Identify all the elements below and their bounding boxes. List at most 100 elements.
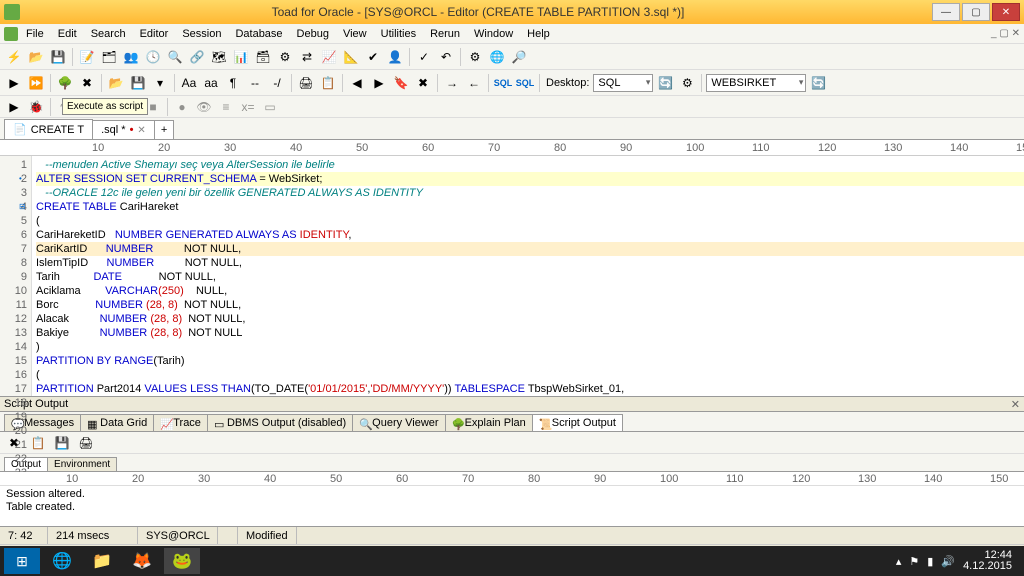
new-connection-icon[interactable]: ⚡: [4, 47, 24, 67]
menu-session[interactable]: Session: [176, 26, 227, 42]
comment-icon[interactable]: --: [245, 73, 265, 93]
out-tab-query-viewer[interactable]: 🔍Query Viewer: [352, 414, 445, 431]
tray-flag-icon[interactable]: ⚑: [909, 555, 919, 568]
start-button[interactable]: ⊞: [4, 548, 40, 574]
out-tab-dbms-output-disabled-[interactable]: ▭DBMS Output (disabled): [207, 414, 353, 431]
nav-back-icon[interactable]: ◀: [347, 73, 367, 93]
tab-file-1[interactable]: 📄 CREATE T: [4, 119, 93, 139]
schema-combo[interactable]: WEBSIRKET: [706, 74, 806, 92]
menu-help[interactable]: Help: [521, 26, 556, 42]
object-search-icon[interactable]: 🔍: [165, 47, 185, 67]
system-tray[interactable]: ▴ ⚑ ▮ 🔊 12:44 4.12.2015: [896, 550, 1020, 572]
code-area[interactable]: --menuden Active Shemayı seç veya AlterS…: [32, 156, 1024, 396]
tab-add-button[interactable]: +: [154, 120, 174, 139]
code-road-map-icon[interactable]: 🗺: [209, 47, 229, 67]
refresh-icon[interactable]: 🔄: [655, 73, 675, 93]
minimize-button[interactable]: —: [932, 3, 960, 21]
ie-icon[interactable]: 🌐: [44, 548, 80, 574]
gear-icon[interactable]: ⚙: [677, 73, 697, 93]
toad-taskbar-icon[interactable]: 🐸: [164, 548, 200, 574]
tray-volume-icon[interactable]: 🔊: [941, 555, 955, 568]
firefox-icon[interactable]: 🦊: [124, 548, 160, 574]
code-editor[interactable]: 1•23⊟4567891011121314151617181920212223 …: [0, 156, 1024, 396]
tray-network-icon[interactable]: ▮: [927, 555, 933, 568]
debug-icon[interactable]: 🐞: [26, 97, 46, 117]
nav-fwd-icon[interactable]: ▶: [369, 73, 389, 93]
panel-close-icon[interactable]: ✕: [1011, 398, 1020, 411]
tab-close-icon[interactable]: ✕: [137, 125, 145, 136]
outdent-icon[interactable]: ←: [464, 73, 484, 93]
menu-debug[interactable]: Debug: [291, 26, 335, 42]
tab-file-2[interactable]: .sql * • ✕: [92, 120, 155, 139]
explain-plan-icon[interactable]: 🌳: [55, 73, 75, 93]
bookmark-icon[interactable]: 🔖: [391, 73, 411, 93]
close-button[interactable]: ✕: [992, 3, 1020, 21]
watch-icon[interactable]: 👁: [194, 97, 214, 117]
out-tab-script-output[interactable]: 📜Script Output: [532, 414, 623, 431]
output-icon[interactable]: ▭: [260, 97, 280, 117]
menu-utilities[interactable]: Utilities: [375, 26, 422, 42]
mdi-controls[interactable]: _ ▢ ✕: [991, 28, 1020, 39]
subtab-environment[interactable]: Environment: [47, 457, 117, 471]
explorer-icon[interactable]: 📁: [84, 548, 120, 574]
copy-output-icon[interactable]: 📋: [28, 433, 48, 453]
lowercase-icon[interactable]: aa: [201, 73, 221, 93]
sql-recall-icon[interactable]: 🕓: [143, 47, 163, 67]
profiler-icon[interactable]: 📐: [341, 47, 361, 67]
menu-edit[interactable]: Edit: [52, 26, 83, 42]
out-tab-trace[interactable]: 📈Trace: [153, 414, 208, 431]
vars-icon[interactable]: x=: [238, 97, 258, 117]
save-output-icon[interactable]: 💾: [52, 433, 72, 453]
uppercase-icon[interactable]: Aa: [179, 73, 199, 93]
save-sql-icon[interactable]: 💾: [128, 73, 148, 93]
execute-script-icon[interactable]: ⏩: [26, 73, 46, 93]
sql2-icon[interactable]: SQL: [515, 73, 535, 93]
rollback-icon[interactable]: ↶: [436, 47, 456, 67]
open-sql-icon[interactable]: 📂: [106, 73, 126, 93]
options-icon[interactable]: ⚙: [465, 47, 485, 67]
menu-editor[interactable]: Editor: [134, 26, 175, 42]
menu-database[interactable]: Database: [229, 26, 288, 42]
commit-icon[interactable]: ✓: [414, 47, 434, 67]
indent-icon[interactable]: →: [442, 73, 462, 93]
er-diagram-icon[interactable]: 🔗: [187, 47, 207, 67]
editor-icon[interactable]: 📝: [77, 47, 97, 67]
cancel-icon[interactable]: ✖: [77, 73, 97, 93]
menu-rerun[interactable]: Rerun: [424, 26, 466, 42]
output-body[interactable]: Session altered.Table created.: [0, 486, 1024, 526]
print-icon[interactable]: 🖨: [296, 73, 316, 93]
print-output-icon[interactable]: 🖨: [76, 433, 96, 453]
format-icon[interactable]: ¶: [223, 73, 243, 93]
schema-refresh-icon[interactable]: 🔄: [808, 73, 828, 93]
team-coding-icon[interactable]: 👤: [385, 47, 405, 67]
maximize-button[interactable]: ▢: [962, 3, 990, 21]
desktop-combo[interactable]: SQL: [593, 74, 653, 92]
toad-world-icon[interactable]: 🌐: [487, 47, 507, 67]
execute-statement-icon[interactable]: ▶: [4, 73, 24, 93]
out-tab-explain-plan[interactable]: 🌳Explain Plan: [445, 414, 533, 431]
play-debug-icon[interactable]: ▶: [4, 97, 24, 117]
menu-search[interactable]: Search: [85, 26, 132, 42]
open-file-icon[interactable]: 📂: [26, 47, 46, 67]
recent-files-icon[interactable]: ▾: [150, 73, 170, 93]
db-browser-icon[interactable]: 🗃: [253, 47, 273, 67]
compare-icon[interactable]: ⇄: [297, 47, 317, 67]
clear-bookmark-icon[interactable]: ✖: [413, 73, 433, 93]
save-icon[interactable]: 💾: [48, 47, 68, 67]
breakpoint-icon[interactable]: ●: [172, 97, 192, 117]
clipboard-icon[interactable]: 📋: [318, 73, 338, 93]
schema-browser-icon[interactable]: 🗂: [99, 47, 119, 67]
out-tab-data-grid[interactable]: ▦Data Grid: [80, 414, 154, 431]
menu-file[interactable]: File: [20, 26, 50, 42]
menu-view[interactable]: View: [337, 26, 373, 42]
call-stack-icon[interactable]: ≡: [216, 97, 236, 117]
trace-icon[interactable]: 📈: [319, 47, 339, 67]
automation-icon[interactable]: ⚙: [275, 47, 295, 67]
search-icon[interactable]: 🔎: [509, 47, 529, 67]
query-builder-icon[interactable]: 📊: [231, 47, 251, 67]
uncomment-icon[interactable]: -/: [267, 73, 287, 93]
tray-up-icon[interactable]: ▴: [896, 555, 902, 568]
session-browser-icon[interactable]: 👥: [121, 47, 141, 67]
menu-window[interactable]: Window: [468, 26, 519, 42]
health-check-icon[interactable]: ✔: [363, 47, 383, 67]
